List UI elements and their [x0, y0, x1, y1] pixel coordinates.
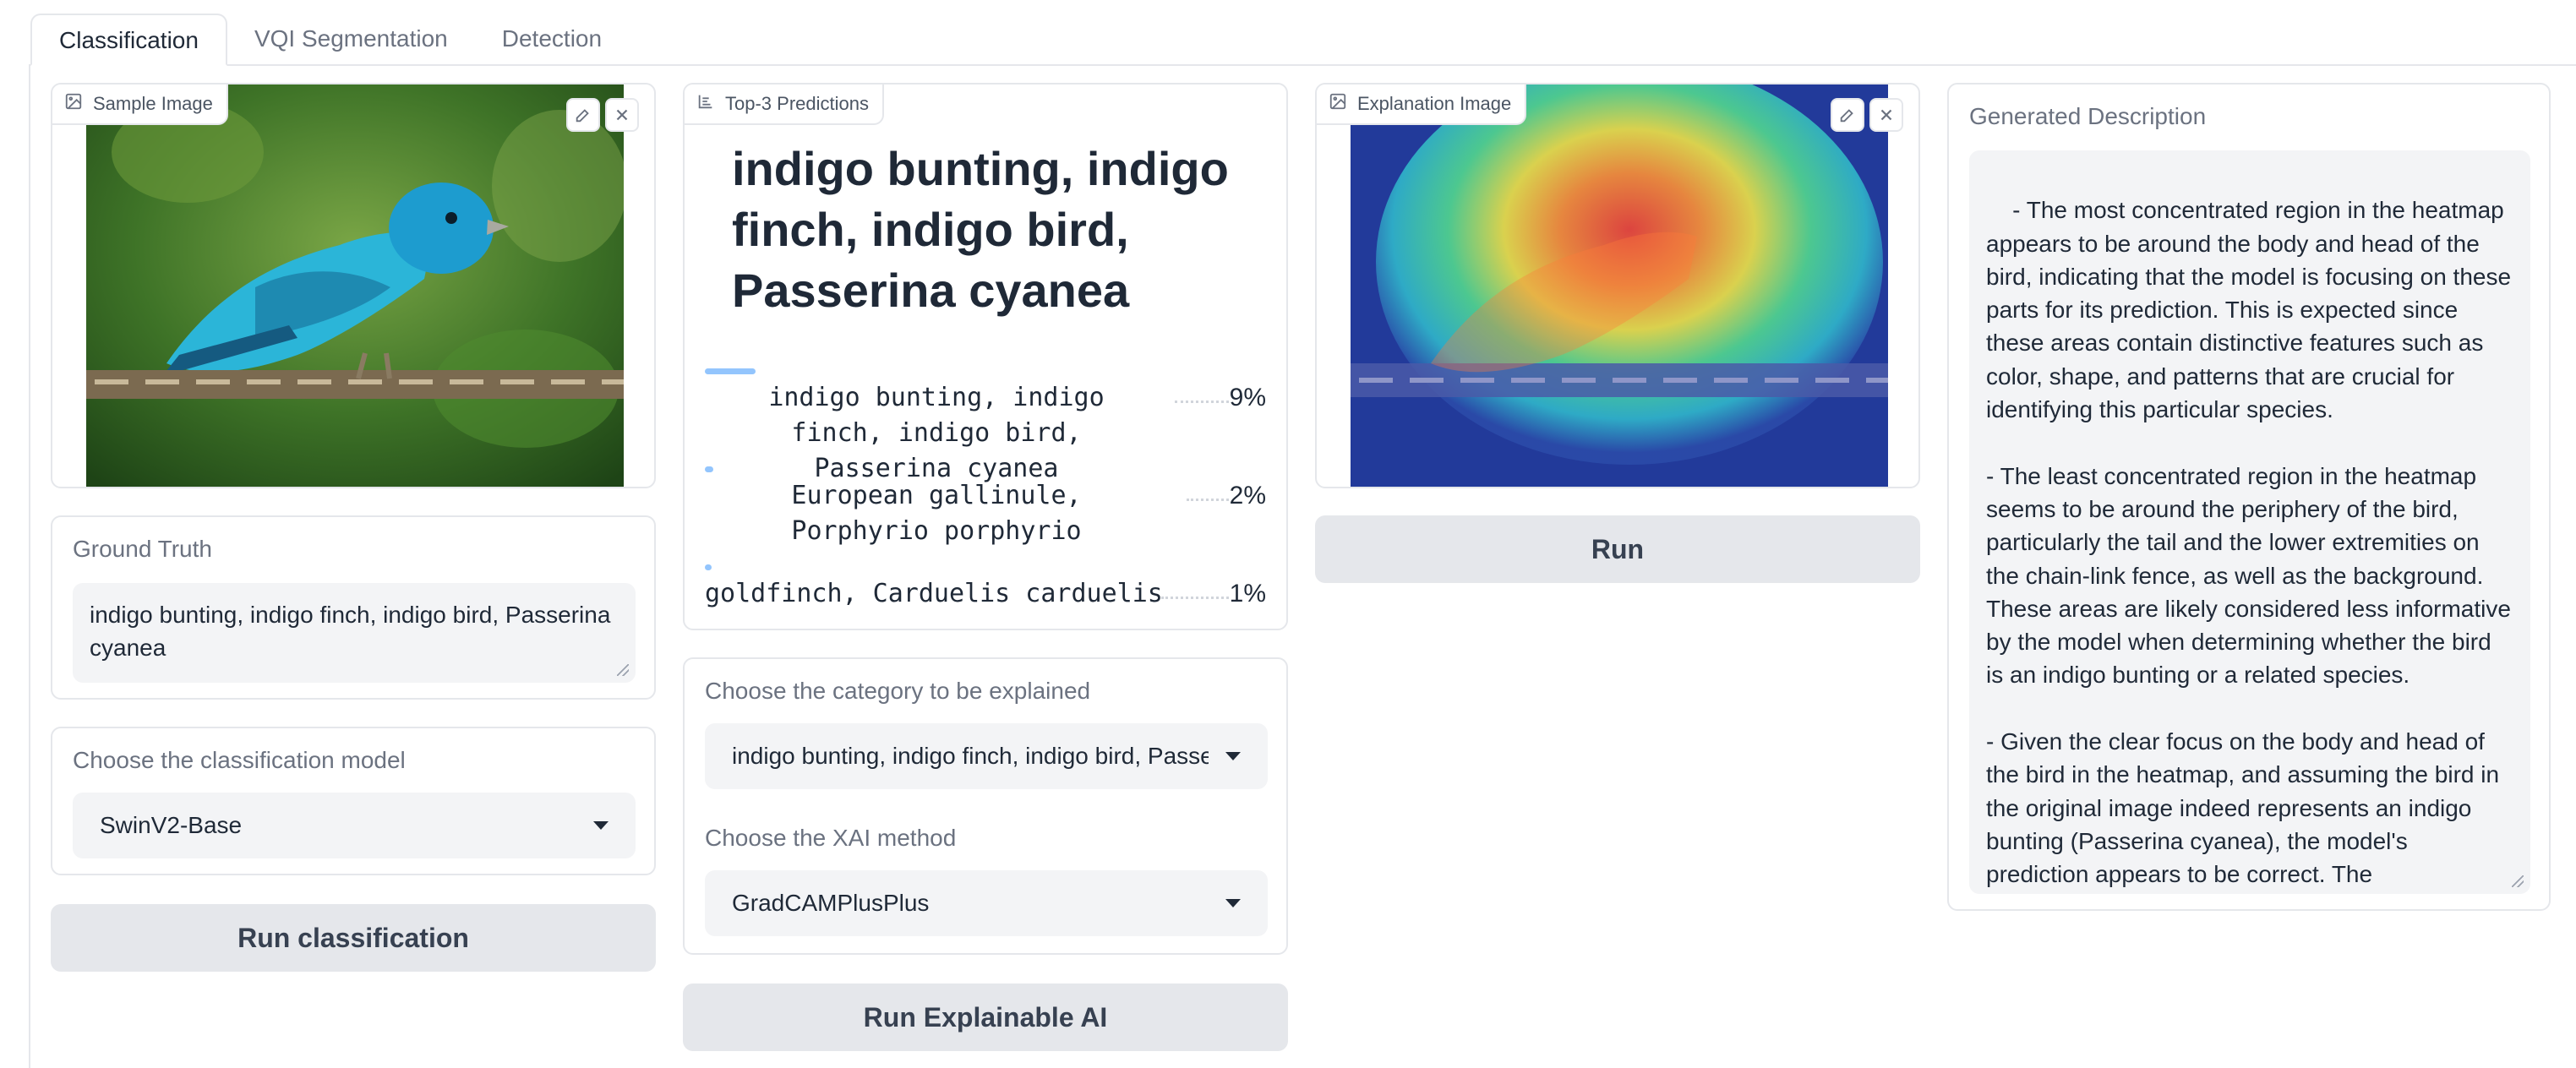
classification-model-select[interactable]: SwinV2-Base: [73, 793, 636, 858]
run-button[interactable]: Run: [1315, 515, 1920, 583]
category-label: Choose the category to be explained: [705, 678, 1091, 704]
prediction-percent: 1%: [1229, 580, 1266, 608]
edit-icon[interactable]: [566, 98, 600, 132]
explanation-image-card: Explanation Image: [1315, 83, 1920, 488]
image-icon: [1329, 92, 1347, 116]
edit-icon[interactable]: [1831, 98, 1864, 132]
run-classification-button[interactable]: Run classification: [51, 904, 656, 972]
xai-options-card: Choose the category to be explained indi…: [683, 657, 1288, 955]
sample-image: [86, 84, 627, 487]
xai-method-select[interactable]: GradCAMPlusPlus: [705, 870, 1268, 936]
explanation-heatmap-image: [1351, 84, 1891, 487]
resize-handle[interactable]: [2512, 875, 2524, 887]
tab-vqi-segmentation[interactable]: VQI Segmentation: [227, 14, 475, 66]
chevron-down-icon: [593, 821, 609, 830]
tab-divider: [29, 64, 2576, 66]
predictions-card: Top-3 Predictions indigo bunting, indigo…: [683, 83, 1288, 630]
xai-method-label: Choose the XAI method: [705, 825, 957, 851]
predictions-badge: Top-3 Predictions: [685, 84, 884, 125]
classification-model-card: Choose the classification model SwinV2-B…: [51, 727, 656, 875]
resize-handle[interactable]: [617, 664, 629, 676]
ground-truth-field[interactable]: indigo bunting, indigo finch, indigo bir…: [73, 583, 636, 683]
chevron-down-icon: [1225, 752, 1241, 760]
classification-model-value: SwinV2-Base: [100, 812, 243, 838]
predictions-badge-label: Top-3 Predictions: [725, 93, 869, 114]
prediction-bar: [705, 368, 756, 374]
generated-description-card: Generated Description - The most concent…: [1947, 83, 2551, 911]
image-icon: [64, 92, 83, 116]
close-icon[interactable]: [605, 98, 639, 132]
run-explainable-ai-button[interactable]: Run Explainable AI: [683, 984, 1288, 1051]
ground-truth-card: Ground Truth indigo bunting, indigo finc…: [51, 515, 656, 700]
generated-description-text: - The most concentrated region in the he…: [1986, 197, 2512, 888]
category-select[interactable]: indigo bunting, indigo finch, indigo bir…: [705, 723, 1268, 789]
prediction-leader: [1187, 499, 1229, 501]
panel-border: [29, 64, 30, 1068]
prediction-label: goldfinch, Carduelis carduelis: [705, 579, 1163, 608]
top-prediction-label: indigo bunting, indigo finch, indigo bir…: [732, 142, 1229, 317]
explanation-image-label: Explanation Image: [1357, 93, 1512, 114]
prediction-row: goldfinch, Carduelis carduelis 1%: [705, 564, 1266, 615]
category-value: indigo bunting, indigo finch, indigo bir…: [732, 743, 1209, 769]
explanation-image-badge: Explanation Image: [1317, 84, 1527, 125]
prediction-percent: 9%: [1229, 384, 1266, 411]
tab-classification[interactable]: Classification: [30, 14, 227, 66]
prediction-row: European gallinule, Porphyrio porphyrio …: [705, 466, 1266, 551]
generated-description-label: Generated Description: [1969, 103, 2207, 129]
close-icon[interactable]: [1869, 98, 1903, 132]
xai-method-value: GradCAMPlusPlus: [732, 890, 930, 916]
sample-image-card: Sample Image: [51, 83, 656, 488]
generated-description-textarea[interactable]: - The most concentrated region in the he…: [1969, 150, 2530, 894]
prediction-leader: [1161, 597, 1229, 599]
tab-bar: Classification VQI Segmentation Detectio…: [30, 14, 629, 66]
bar-chart-icon: [696, 92, 715, 116]
sample-image-badge: Sample Image: [52, 84, 228, 125]
tab-detection[interactable]: Detection: [475, 14, 629, 66]
chevron-down-icon: [1225, 899, 1241, 907]
prediction-label: European gallinule, Porphyrio porphyrio: [791, 481, 1082, 546]
ground-truth-label: Ground Truth: [73, 536, 212, 562]
classification-model-label: Choose the classification model: [73, 747, 406, 773]
ground-truth-value: indigo bunting, indigo finch, indigo bir…: [90, 602, 611, 661]
prediction-bar: [705, 466, 713, 472]
sample-image-label: Sample Image: [93, 93, 213, 114]
prediction-row: indigo bunting, indigo finch, indigo bir…: [705, 368, 1266, 483]
prediction-bar: [705, 564, 712, 570]
prediction-percent: 2%: [1229, 482, 1266, 509]
prediction-leader: [1175, 400, 1229, 403]
